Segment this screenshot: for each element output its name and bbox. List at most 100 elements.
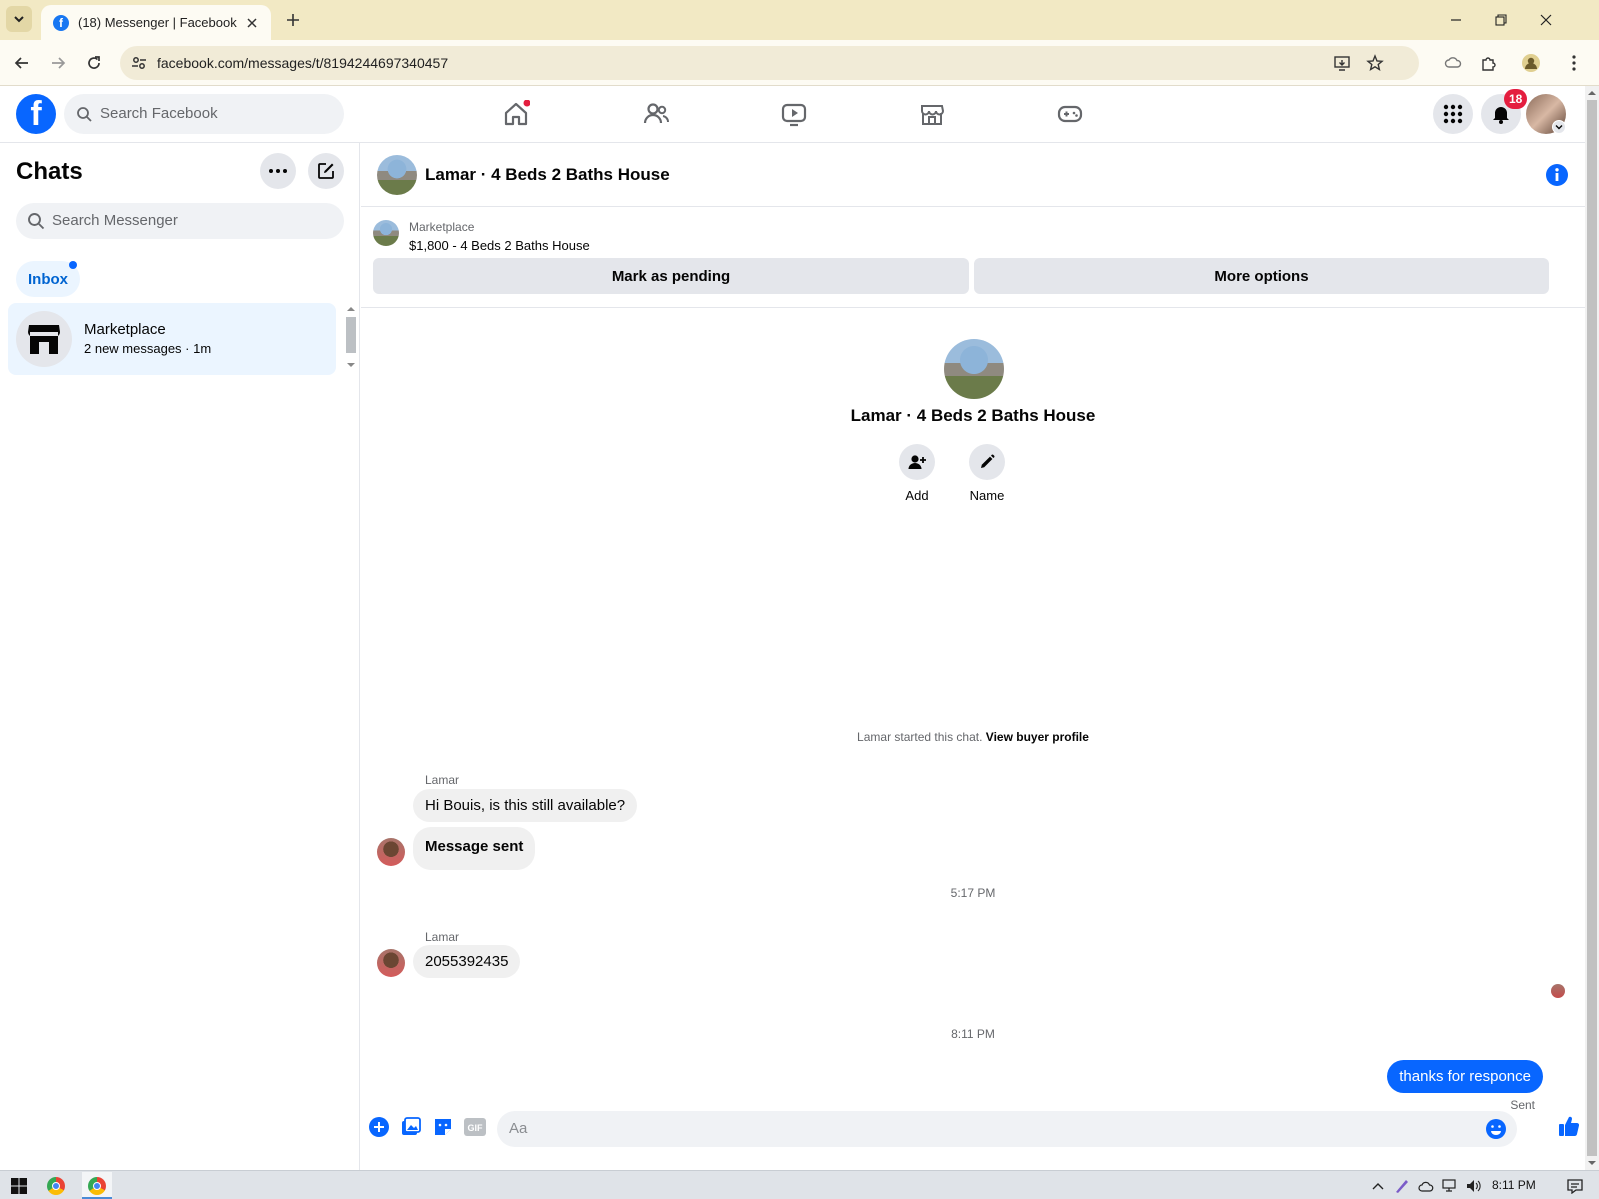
name-label: Name	[969, 488, 1005, 503]
browser-menu-icon[interactable]	[1563, 52, 1585, 74]
video-icon[interactable]	[778, 98, 810, 130]
new-tab-icon[interactable]	[282, 9, 304, 31]
chat-list-item[interactable]: Marketplace 2 new messages · 1m	[8, 303, 336, 375]
add-person-icon	[908, 455, 926, 469]
forward-icon[interactable]	[46, 51, 70, 75]
tray-cloud-icon[interactable]	[1415, 1175, 1437, 1197]
marketplace-listing-bar: Marketplace $1,800 - 4 Beds 2 Baths Hous…	[361, 208, 1585, 308]
tray-chevron-up-icon[interactable]	[1367, 1175, 1389, 1197]
add-people-action[interactable]: Add	[887, 444, 947, 503]
scroll-down-icon[interactable]	[1587, 1159, 1597, 1167]
more-dots-icon	[269, 169, 287, 173]
facebook-logo-icon[interactable]: f	[16, 94, 56, 134]
marketplace-avatar	[16, 311, 72, 367]
scroll-down-icon[interactable]	[346, 361, 356, 369]
menu-grid-icon[interactable]	[1433, 94, 1473, 134]
seen-indicator-avatar	[1551, 984, 1565, 998]
facebook-search-input[interactable]: Search Facebook	[64, 94, 344, 134]
search-icon	[77, 107, 92, 122]
tray-network-icon[interactable]	[1439, 1175, 1461, 1197]
chrome-taskbar-icon[interactable]	[45, 1175, 67, 1197]
like-thumb-icon[interactable]	[1557, 1114, 1581, 1138]
more-options-button[interactable]: More options	[974, 258, 1549, 294]
sticker-icon[interactable]	[432, 1116, 454, 1138]
sender-avatar[interactable]	[377, 949, 405, 977]
chats-heading: Chats	[16, 158, 83, 185]
compose-icon	[318, 163, 334, 179]
scroll-up-icon[interactable]	[1587, 89, 1597, 97]
tray-pen-icon[interactable]	[1391, 1175, 1413, 1197]
tab-search-button[interactable]	[6, 6, 32, 32]
messenger-search-input[interactable]: Search Messenger	[16, 203, 344, 239]
browser-tab[interactable]: f (18) Messenger | Facebook	[41, 5, 271, 40]
tab-close-icon[interactable]	[241, 12, 263, 34]
conversation-panel: Lamar · 4 Beds 2 Baths House Marketplace…	[361, 143, 1585, 1170]
add-label: Add	[905, 488, 929, 503]
edit-name-action[interactable]: Name	[957, 444, 1017, 503]
scrollbar-thumb[interactable]	[346, 317, 356, 353]
sender-avatar[interactable]	[377, 838, 405, 866]
listing-label: Marketplace	[409, 220, 475, 234]
message-bubble[interactable]: 2055392435	[413, 945, 521, 978]
message-bubble[interactable]: Message sent	[413, 827, 536, 870]
chat-started-notice: Lamar started this chat. View buyer prof…	[361, 730, 1585, 744]
extensions-puzzle-icon[interactable]	[1478, 52, 1500, 74]
listing-thumbnail[interactable]	[373, 220, 399, 246]
chat-list-scrollbar[interactable]	[344, 303, 356, 375]
conversation-header: Lamar · 4 Beds 2 Baths House	[361, 143, 1585, 207]
listing-price-title[interactable]: $1,800 - 4 Beds 2 Baths House	[409, 238, 590, 253]
taskbar-clock[interactable]: 8:11 PM	[1492, 1178, 1536, 1192]
info-icon[interactable]	[1545, 163, 1569, 187]
message-input[interactable]: Aa	[497, 1111, 1517, 1147]
message-bubble[interactable]: Hi Bouis, is this still available?	[413, 789, 638, 822]
facebook-favicon-icon: f	[53, 14, 69, 31]
gaming-icon[interactable]	[1054, 98, 1086, 130]
message-timestamp: 8:11 PM	[951, 1027, 995, 1041]
tab-title: (18) Messenger | Facebook	[78, 15, 237, 30]
pencil-icon	[981, 454, 995, 468]
os-taskbar: 8:11 PM	[0, 1170, 1599, 1199]
attach-photo-icon[interactable]	[400, 1116, 422, 1138]
messenger-search-placeholder: Search Messenger	[52, 212, 178, 229]
tray-volume-icon[interactable]	[1463, 1175, 1485, 1197]
extension-cloud-icon[interactable]	[1442, 52, 1464, 74]
action-center-icon[interactable]	[1564, 1175, 1586, 1197]
page-scrollbar-thumb[interactable]	[1587, 100, 1597, 1156]
new-message-button[interactable]	[308, 153, 344, 189]
message-composer: GIF Aa	[361, 1100, 1585, 1160]
marketplace-icon[interactable]	[916, 98, 948, 130]
windows-start-icon[interactable]	[8, 1175, 30, 1197]
page-scrollbar[interactable]	[1585, 86, 1599, 1170]
reload-icon[interactable]	[82, 51, 106, 75]
friends-icon[interactable]	[640, 98, 672, 130]
url-text: facebook.com/messages/t/8194244697340457	[157, 55, 449, 71]
chrome-taskbar-icon-active[interactable]	[86, 1175, 108, 1197]
profile-icon[interactable]	[1520, 52, 1542, 74]
install-app-icon[interactable]	[1333, 54, 1351, 72]
marketplace-store-icon	[28, 325, 60, 354]
my-message-bubble[interactable]: thanks for responce	[1387, 1060, 1543, 1093]
address-bar[interactable]: facebook.com/messages/t/8194244697340457	[120, 46, 1419, 80]
close-window-icon[interactable]	[1534, 8, 1558, 32]
site-info-icon[interactable]	[130, 54, 148, 72]
minimize-icon[interactable]	[1444, 8, 1468, 32]
gif-icon[interactable]: GIF	[464, 1116, 486, 1138]
more-actions-plus-icon[interactable]	[368, 1116, 390, 1138]
home-icon[interactable]	[500, 98, 532, 130]
facebook-search-placeholder: Search Facebook	[100, 105, 218, 122]
view-buyer-profile-link[interactable]: View buyer profile	[986, 730, 1089, 744]
chat-name: Marketplace	[84, 321, 166, 338]
notification-badge: 18	[1504, 89, 1528, 109]
scroll-up-icon[interactable]	[346, 305, 356, 313]
restore-icon[interactable]	[1489, 8, 1513, 32]
emoji-icon[interactable]	[1485, 1118, 1507, 1140]
mark-as-pending-button[interactable]: Mark as pending	[373, 258, 969, 294]
conversation-avatar[interactable]	[377, 155, 417, 195]
svg-text:GIF: GIF	[468, 1123, 484, 1133]
message-sender: Lamar	[425, 930, 460, 944]
account-chevron-icon[interactable]	[1552, 120, 1566, 134]
bookmark-star-icon[interactable]	[1366, 54, 1384, 72]
conversation-title[interactable]: Lamar · 4 Beds 2 Baths House	[425, 165, 670, 185]
back-icon[interactable]	[10, 51, 34, 75]
chats-options-button[interactable]	[260, 153, 296, 189]
